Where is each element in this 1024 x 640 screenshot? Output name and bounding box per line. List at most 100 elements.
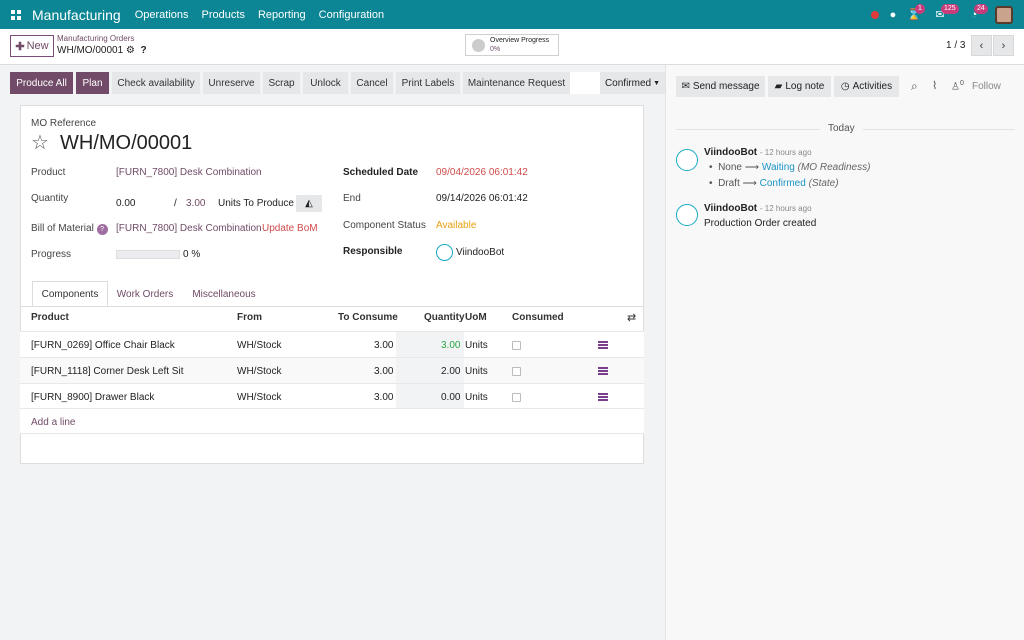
optional-columns-icon[interactable]: ⇄ xyxy=(627,311,636,324)
app-brand[interactable]: Manufacturing xyxy=(32,7,121,23)
clock-icon: ◷ xyxy=(840,81,850,92)
change-from: None xyxy=(718,162,742,173)
plan-button[interactable]: Plan xyxy=(76,72,109,94)
clock-badge: 24 xyxy=(974,4,988,14)
overview-progress-widget[interactable]: Overview Progress 0% xyxy=(465,34,559,56)
debug-drop-icon[interactable]: ● xyxy=(886,0,900,29)
row-quantity[interactable]: 0.00 xyxy=(441,392,460,403)
followers-icon[interactable]: ♙0 xyxy=(951,80,964,92)
help-icon[interactable]: ? xyxy=(140,45,146,56)
forecast-chart-icon[interactable]: ◭ xyxy=(296,195,322,212)
status-dropdown[interactable]: Confirmed ▼ xyxy=(600,72,665,94)
control-panel: ✚ New Manufacturing Orders WH/MO/00001 ⚙ … xyxy=(0,29,1024,65)
col-header-product[interactable]: Product xyxy=(31,312,69,323)
tab-divider xyxy=(21,306,643,307)
detailed-operations-icon[interactable] xyxy=(598,393,608,401)
message-body: Production Order created xyxy=(704,218,817,229)
activities-button[interactable]: ◷ Activities xyxy=(834,76,899,97)
cancel-button[interactable]: Cancel xyxy=(351,72,393,94)
menu-reporting[interactable]: Reporting xyxy=(258,9,306,21)
responsible-label: Responsible xyxy=(343,246,403,257)
end-date-field[interactable]: 09/14/2026 06:01:42 xyxy=(436,193,528,204)
row-product: [FURN_0269] Office Chair Black xyxy=(31,340,175,351)
responsible-field[interactable]: ViindooBot xyxy=(456,247,504,258)
tracking-change: • None ⟶ Waiting (MO Readiness) xyxy=(709,162,871,173)
pager-value[interactable]: 1 / 3 xyxy=(946,40,965,51)
detailed-operations-icon[interactable] xyxy=(598,341,608,349)
menu-products[interactable]: Products xyxy=(202,9,245,21)
row-consumed-checkbox[interactable] xyxy=(512,341,521,350)
form-area: Produce All Plan Check availability Unre… xyxy=(0,65,665,640)
scrap-button[interactable]: Scrap xyxy=(263,72,300,94)
send-message-button[interactable]: ✉ Send message xyxy=(676,76,765,97)
unlock-button[interactable]: Unlock xyxy=(303,72,348,94)
messages-icon[interactable]: ✉ 125 xyxy=(930,0,959,29)
tab-work-orders[interactable]: Work Orders xyxy=(109,281,181,307)
bot-avatar xyxy=(676,149,698,171)
detailed-operations-icon[interactable] xyxy=(598,367,608,375)
row-quantity[interactable]: 3.00 xyxy=(441,340,460,351)
row-quantity[interactable]: 2.00 xyxy=(441,366,460,377)
table-row[interactable]: [FURN_0269] Office Chair Black WH/Stock … xyxy=(20,331,644,357)
paperclip-icon[interactable]: ⌇ xyxy=(932,79,937,92)
col-header-consumed[interactable]: Consumed xyxy=(512,312,564,323)
tab-miscellaneous[interactable]: Miscellaneous xyxy=(184,281,264,307)
arrow-right-icon: ⟶ xyxy=(742,178,757,189)
envelope-icon: ✉ xyxy=(681,81,690,92)
clock-icon[interactable]: ◔ 24 xyxy=(964,0,988,29)
maintenance-request-button[interactable]: Maintenance Request xyxy=(463,72,570,94)
produce-all-button[interactable]: Produce All xyxy=(10,72,73,94)
row-product: [FURN_1118] Corner Desk Left Sit xyxy=(31,366,184,377)
user-avatar[interactable] xyxy=(994,0,1014,29)
log-note-button[interactable]: ▰ Log note xyxy=(768,76,831,97)
pager-prev-button[interactable]: ‹ xyxy=(971,35,992,56)
col-header-uom[interactable]: UoM xyxy=(465,312,487,323)
note-icon: ▰ xyxy=(774,81,783,92)
star-icon[interactable]: ☆ xyxy=(31,130,49,155)
status-dot-icon[interactable] xyxy=(868,0,882,29)
unreserve-button[interactable]: Unreserve xyxy=(203,72,260,94)
bom-help-icon[interactable]: ? xyxy=(96,224,108,235)
row-uom: Units xyxy=(465,366,488,377)
mo-reference-title: WH/MO/00001 xyxy=(60,132,193,154)
table-row[interactable]: [FURN_8900] Drawer Black WH/Stock 3.00 0… xyxy=(20,383,644,409)
quantity-produced[interactable]: 0.00 xyxy=(116,198,135,209)
arrow-right-icon: ⟶ xyxy=(744,162,760,173)
pager-next-button[interactable]: › xyxy=(993,35,1014,56)
col-header-quantity[interactable]: Quantity xyxy=(424,312,465,323)
col-header-to-consume[interactable]: To Consume xyxy=(338,312,398,323)
add-line-link[interactable]: Add a line xyxy=(31,417,75,428)
print-labels-button[interactable]: Print Labels xyxy=(396,72,460,94)
status-spacer xyxy=(570,72,600,94)
col-header-from[interactable]: From xyxy=(237,312,262,323)
breadcrumb-current-label: WH/MO/00001 xyxy=(57,45,124,56)
message-author: ViindooBot xyxy=(704,203,758,214)
menu-operations[interactable]: Operations xyxy=(135,9,189,21)
follow-button[interactable]: Follow xyxy=(972,81,1001,92)
product-field[interactable]: [FURN_7800] Desk Combination xyxy=(116,167,262,178)
check-availability-button[interactable]: Check availability xyxy=(112,72,200,94)
row-uom: Units xyxy=(465,340,488,351)
component-status-value: Available xyxy=(436,220,477,231)
progress-label: Progress xyxy=(31,249,72,260)
gear-icon[interactable]: ⚙ xyxy=(126,45,135,56)
table-row[interactable]: [FURN_1118] Corner Desk Left Sit WH/Stoc… xyxy=(20,357,644,383)
quantity-total[interactable]: 3.00 xyxy=(186,198,205,209)
activity-clock-icon[interactable]: ⌛ 1 xyxy=(906,0,925,29)
row-consumed-checkbox[interactable] xyxy=(512,367,521,376)
row-from: WH/Stock xyxy=(237,392,282,403)
tracking-change: • Draft ⟶ Confirmed (State) xyxy=(709,178,839,189)
new-button-label: New xyxy=(26,40,49,52)
quantity-separator: / xyxy=(174,198,177,209)
bom-field[interactable]: [FURN_7800] Desk Combination xyxy=(116,223,262,234)
apps-menu-icon[interactable] xyxy=(0,0,32,29)
tab-components[interactable]: Components xyxy=(32,281,108,307)
row-from: WH/Stock xyxy=(237,366,282,377)
new-button[interactable]: ✚ New xyxy=(10,35,54,57)
scheduled-date-field[interactable]: 09/04/2026 06:01:42 xyxy=(436,167,528,178)
search-icon[interactable]: ⌕ xyxy=(911,79,918,94)
menu-configuration[interactable]: Configuration xyxy=(319,9,384,21)
breadcrumb-parent[interactable]: Manufacturing Orders xyxy=(57,34,134,43)
row-consumed-checkbox[interactable] xyxy=(512,393,521,402)
update-bom-link[interactable]: Update BoM xyxy=(262,223,318,234)
